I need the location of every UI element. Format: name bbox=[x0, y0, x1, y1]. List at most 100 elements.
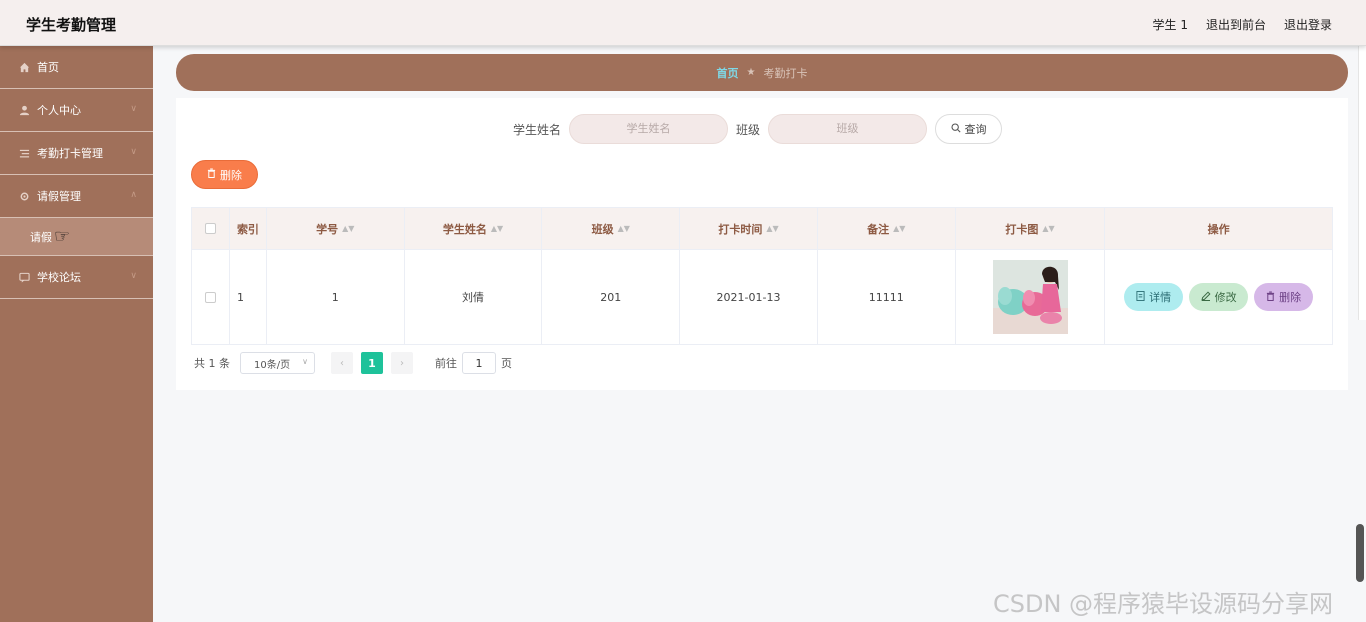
class-input[interactable]: 班级 bbox=[768, 114, 928, 144]
logout-link[interactable]: 退出登录 bbox=[1284, 16, 1332, 33]
student-name-label: 学生姓名 bbox=[513, 122, 562, 137]
column-header-time[interactable]: 打卡时间 ▲▼ bbox=[680, 208, 818, 249]
checkin-photo-thumbnail[interactable] bbox=[992, 260, 1068, 334]
pagination: 共 1 条 10条/页 ∨ ‹ 1 › 前往 1 页 bbox=[194, 352, 512, 374]
sort-icon[interactable]: ▲▼ bbox=[766, 224, 778, 233]
app-title: 学生考勤管理 bbox=[26, 16, 117, 34]
gear-icon bbox=[18, 190, 30, 202]
table-row: 1 1 刘倩 201 2021-01-13 11111 详情 修改 删除 bbox=[192, 249, 1332, 344]
sort-icon[interactable]: ▲▼ bbox=[893, 224, 905, 233]
detail-button[interactable]: 详情 bbox=[1124, 283, 1184, 311]
column-header-class[interactable]: 班级 ▲▼ bbox=[542, 208, 681, 249]
home-icon bbox=[18, 61, 30, 73]
column-header-actions: 操作 bbox=[1105, 208, 1332, 249]
cell-class: 201 bbox=[542, 249, 681, 344]
cell-name: 刘倩 bbox=[404, 249, 543, 344]
chevron-down-icon: ∨ bbox=[302, 357, 308, 366]
list-icon bbox=[18, 147, 30, 159]
edit-button-label: 修改 bbox=[1214, 291, 1237, 304]
sidebar-item-leave[interactable]: 请假管理 ∧ bbox=[0, 175, 153, 218]
exit-to-frontend-link[interactable]: 退出到前台 bbox=[1206, 16, 1266, 33]
sort-icon[interactable]: ▲▼ bbox=[618, 224, 630, 233]
detail-button-label: 详情 bbox=[1149, 291, 1172, 304]
breadcrumb-home[interactable]: 首页 bbox=[717, 65, 739, 81]
page-size-value: 10条/页 bbox=[254, 359, 291, 371]
trash-icon bbox=[1266, 291, 1275, 304]
star-separator-icon: ★ bbox=[746, 67, 756, 78]
attendance-table: 索引 学号 ▲▼ 学生姓名 ▲▼ 班级 ▲▼ 打卡时间 ▲▼ 备注 ▲▼ 打卡图 ▲▼ 操作… bbox=[191, 207, 1333, 345]
edit-button[interactable]: 修改 bbox=[1189, 283, 1249, 311]
cell-index: 1 bbox=[229, 249, 267, 344]
column-header-label: 索引 bbox=[236, 222, 259, 236]
sidebar: 首页 个人中心 ∨ 考勤打卡管理 ∨ 请假管理 ∧ 请假 ☞ 学校论坛 ∨ bbox=[0, 46, 153, 622]
sidebar-item-label: 请假管理 bbox=[37, 190, 81, 203]
row-checkbox[interactable] bbox=[204, 291, 216, 303]
sidebar-subitem-leave[interactable]: 请假 ☞ bbox=[0, 218, 153, 256]
breadcrumb-current: 考勤打卡 bbox=[763, 66, 808, 80]
column-header-label: 打卡图 bbox=[1005, 222, 1039, 236]
cell-student-id: 1 bbox=[266, 249, 405, 344]
cell-note: 11111 bbox=[817, 249, 956, 344]
sort-icon[interactable]: ▲▼ bbox=[342, 224, 354, 233]
query-button[interactable]: 查询 bbox=[935, 114, 1003, 144]
sidebar-item-label: 学校论坛 bbox=[37, 271, 81, 284]
sidebar-item-label: 考勤打卡管理 bbox=[37, 147, 103, 160]
top-header: 学生考勤管理 学生 1 退出到前台 退出登录 bbox=[0, 0, 1366, 46]
column-header-label: 操作 bbox=[1207, 222, 1230, 236]
sidebar-item-label: 个人中心 bbox=[37, 104, 81, 117]
column-header-photo[interactable]: 打卡图 ▲▼ bbox=[956, 208, 1106, 249]
sort-icon[interactable]: ▲▼ bbox=[1042, 224, 1054, 233]
select-all-cell bbox=[192, 208, 230, 249]
batch-delete-label: 删除 bbox=[220, 168, 242, 182]
sidebar-item-label: 首页 bbox=[37, 61, 59, 74]
prev-page-button[interactable]: ‹ bbox=[331, 352, 353, 374]
chevron-down-icon: ∨ bbox=[130, 104, 137, 114]
page-scrollbar-track[interactable] bbox=[1358, 46, 1366, 320]
chevron-down-icon: ∨ bbox=[130, 147, 137, 157]
table-header-row: 索引 学号 ▲▼ 学生姓名 ▲▼ 班级 ▲▼ 打卡时间 ▲▼ 备注 ▲▼ 打卡图 ▲▼ 操作 bbox=[192, 208, 1332, 249]
sidebar-item-attendance[interactable]: 考勤打卡管理 ∨ bbox=[0, 132, 153, 175]
next-page-button[interactable]: › bbox=[391, 352, 413, 374]
current-user-link[interactable]: 学生 1 bbox=[1153, 16, 1188, 33]
column-header-label: 学号 bbox=[316, 222, 339, 236]
student-name-input[interactable]: 学生姓名 bbox=[569, 114, 729, 144]
trash-icon bbox=[207, 168, 216, 181]
sidebar-subitem-label: 请假 bbox=[30, 230, 52, 244]
goto-page-input[interactable]: 1 bbox=[462, 352, 496, 374]
page-size-select[interactable]: 10条/页 ∨ bbox=[240, 352, 315, 374]
cell-time: 2021-01-13 bbox=[680, 249, 818, 344]
cell-photo bbox=[955, 249, 1106, 344]
cell-actions: 详情 修改 删除 bbox=[1105, 249, 1332, 344]
column-header-label: 备注 bbox=[867, 222, 890, 236]
column-header-student-id[interactable]: 学号 ▲▼ bbox=[267, 208, 405, 249]
chevron-left-icon: ‹ bbox=[340, 357, 344, 369]
row-select-cell bbox=[192, 249, 230, 344]
search-icon bbox=[950, 122, 961, 136]
pencil-icon bbox=[1200, 290, 1211, 304]
column-header-label: 打卡时间 bbox=[718, 222, 763, 236]
column-header-note[interactable]: 备注 ▲▼ bbox=[818, 208, 956, 249]
scrollbar-thumb[interactable] bbox=[1356, 524, 1364, 582]
chevron-up-icon: ∧ bbox=[130, 190, 137, 200]
hand-cursor-icon: ☞ bbox=[54, 226, 71, 247]
chevron-right-icon: › bbox=[400, 357, 404, 369]
search-bar: 学生姓名 学生姓名 班级 班级 查询 bbox=[513, 114, 1003, 144]
select-all-checkbox[interactable] bbox=[204, 223, 216, 234]
breadcrumb: 首页 ★ 考勤打卡 bbox=[176, 54, 1348, 91]
sort-icon[interactable]: ▲▼ bbox=[491, 224, 503, 233]
batch-delete-button[interactable]: 删除 bbox=[191, 160, 258, 189]
sidebar-item-forum[interactable]: 学校论坛 ∨ bbox=[0, 256, 153, 299]
user-icon bbox=[18, 104, 30, 116]
sidebar-item-profile[interactable]: 个人中心 ∨ bbox=[0, 89, 153, 132]
row-delete-button[interactable]: 删除 bbox=[1254, 283, 1314, 311]
total-count: 共 1 条 bbox=[194, 357, 230, 370]
column-header-name[interactable]: 学生姓名 ▲▼ bbox=[405, 208, 543, 249]
column-header-index: 索引 bbox=[230, 208, 267, 249]
content-card: 学生姓名 学生姓名 班级 班级 查询 删除 索引 学号 ▲▼ 学生姓名 ▲▼ 班级 ▲… bbox=[176, 98, 1348, 390]
query-button-label: 查询 bbox=[964, 123, 987, 136]
chevron-down-icon: ∨ bbox=[130, 271, 137, 281]
page-number-button[interactable]: 1 bbox=[361, 352, 383, 374]
sidebar-item-home[interactable]: 首页 bbox=[0, 46, 153, 89]
document-icon bbox=[1136, 290, 1145, 304]
goto-prefix: 前往 bbox=[435, 357, 457, 370]
